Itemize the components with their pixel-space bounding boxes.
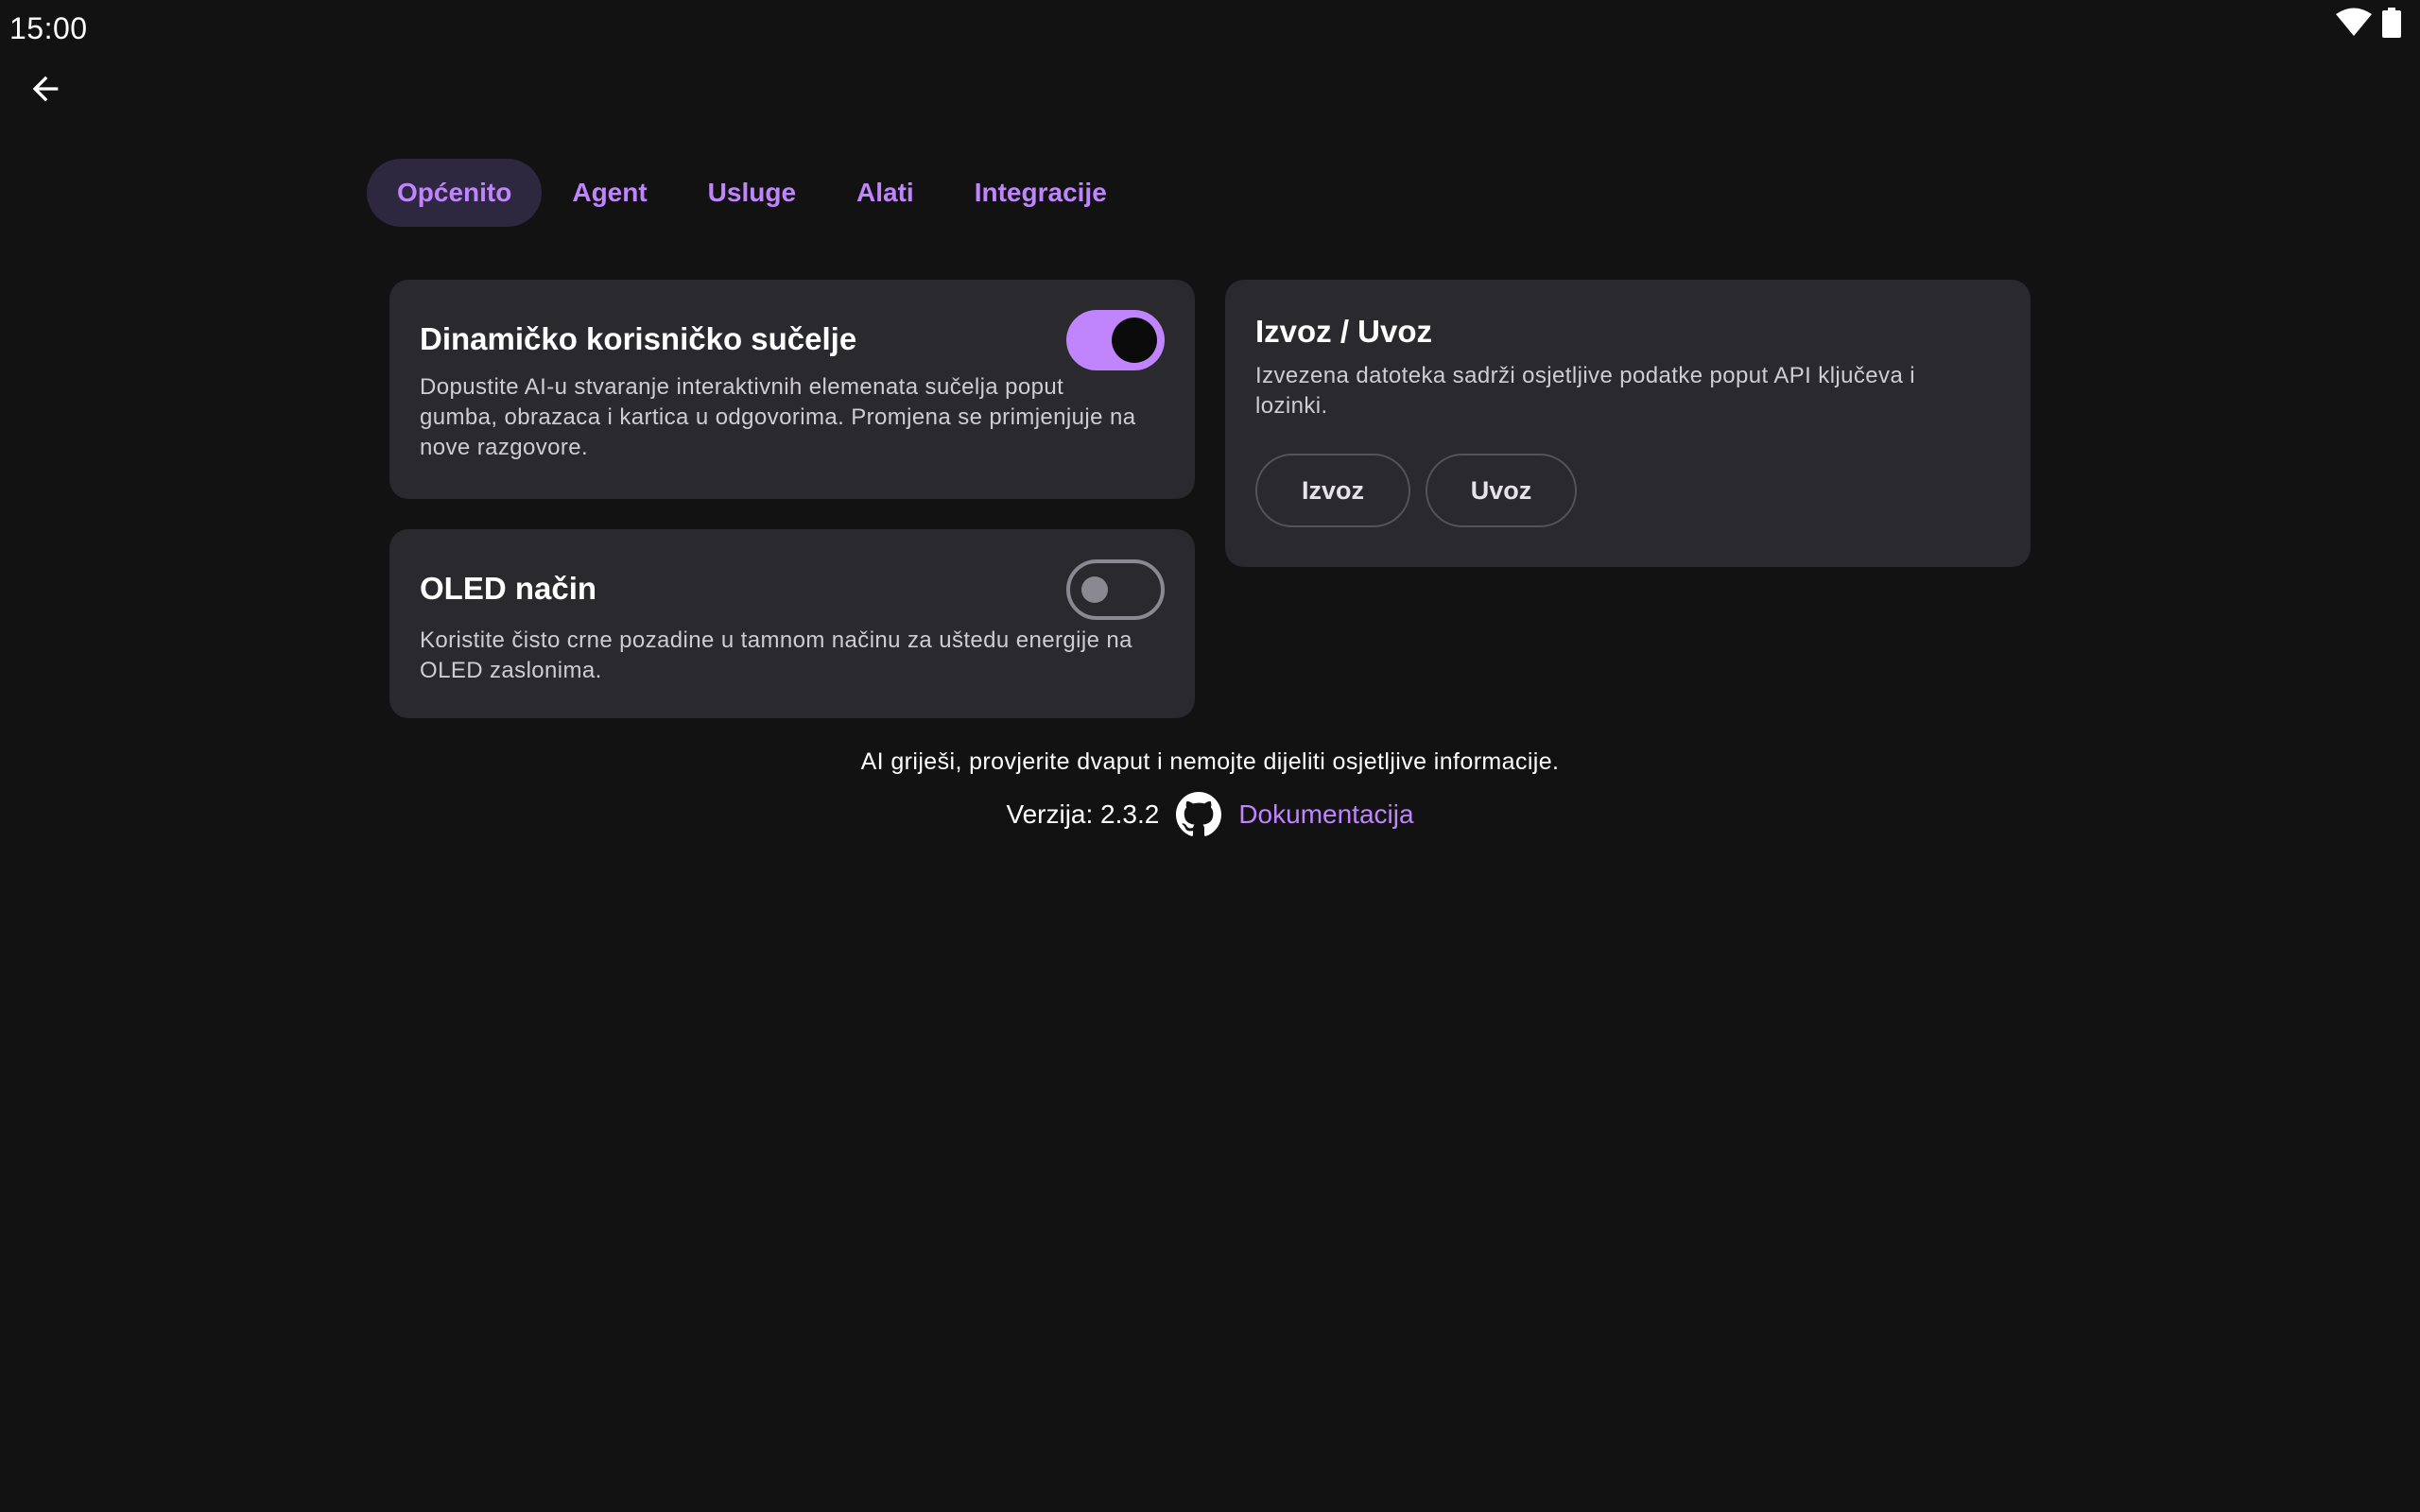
oled-card: OLED način Koristite čisto crne pozadine…	[389, 529, 1195, 718]
tab-integracije[interactable]: Integracije	[944, 159, 1137, 227]
status-time: 15:00	[9, 11, 88, 45]
ai-disclaimer: AI griješi, provjerite dvaput i nemojte …	[860, 748, 1560, 775]
oled-title: OLED način	[420, 571, 597, 606]
description-line: lozinki.	[1255, 393, 1328, 419]
toggle-knob	[1081, 576, 1108, 603]
oled-description: Koristite čisto crne pozadine u tamnom n…	[420, 626, 1176, 686]
tab-usluge[interactable]: Usluge	[678, 159, 826, 227]
version-label: Verzija: 2.3.2	[1006, 799, 1160, 829]
github-icon[interactable]	[1176, 792, 1222, 837]
oled-toggle[interactable]	[1066, 559, 1165, 620]
description-line: nove razgovore.	[420, 435, 589, 460]
description-line: Koristite čisto crne pozadine u tamnom n…	[420, 627, 1132, 653]
export-button[interactable]: Izvoz	[1255, 454, 1410, 527]
export-import-title: Izvoz / Uvoz	[1255, 314, 1433, 349]
tab-alati[interactable]: Alati	[826, 159, 944, 227]
back-button[interactable]	[21, 66, 70, 115]
documentation-link[interactable]: Dokumentacija	[1238, 799, 1413, 830]
import-button[interactable]: Uvoz	[1426, 454, 1577, 527]
settings-tabs: Općenito Agent Usluge Alati Integracije	[367, 159, 1137, 227]
description-line: Izvezena datoteka sadrži osjetljive poda…	[1255, 363, 1915, 388]
description-line: gumba, obrazaca i kartica u odgovorima. …	[420, 404, 1136, 430]
arrow-left-icon	[26, 70, 64, 112]
battery-icon	[2382, 8, 2401, 43]
toggle-knob	[1112, 318, 1157, 363]
export-import-description: Izvezena datoteka sadrži osjetljive poda…	[1255, 361, 2002, 421]
settings-page: 15:00 Općenito Agent Usluge Alati Integr…	[0, 0, 2420, 1512]
dynamic-ui-description: Dopustite AI-u stvaranje interaktivnih e…	[420, 372, 1176, 463]
dynamic-ui-card: Dinamičko korisničko sučelje Dopustite A…	[389, 280, 1195, 499]
description-line: OLED zaslonima.	[420, 658, 602, 683]
wifi-icon	[2335, 8, 2373, 43]
version-row: Verzija: 2.3.2 Dokumentacija	[0, 792, 2420, 837]
description-line: Dopustite AI-u stvaranje interaktivnih e…	[420, 374, 1064, 400]
dynamic-ui-title: Dinamičko korisničko sučelje	[420, 321, 857, 356]
status-icons	[2335, 8, 2401, 43]
tab-opcenito[interactable]: Općenito	[367, 159, 543, 227]
dynamic-ui-toggle[interactable]	[1066, 310, 1165, 370]
export-import-card: Izvoz / Uvoz Izvezena datoteka sadrži os…	[1225, 280, 2031, 567]
tab-agent[interactable]: Agent	[542, 159, 677, 227]
